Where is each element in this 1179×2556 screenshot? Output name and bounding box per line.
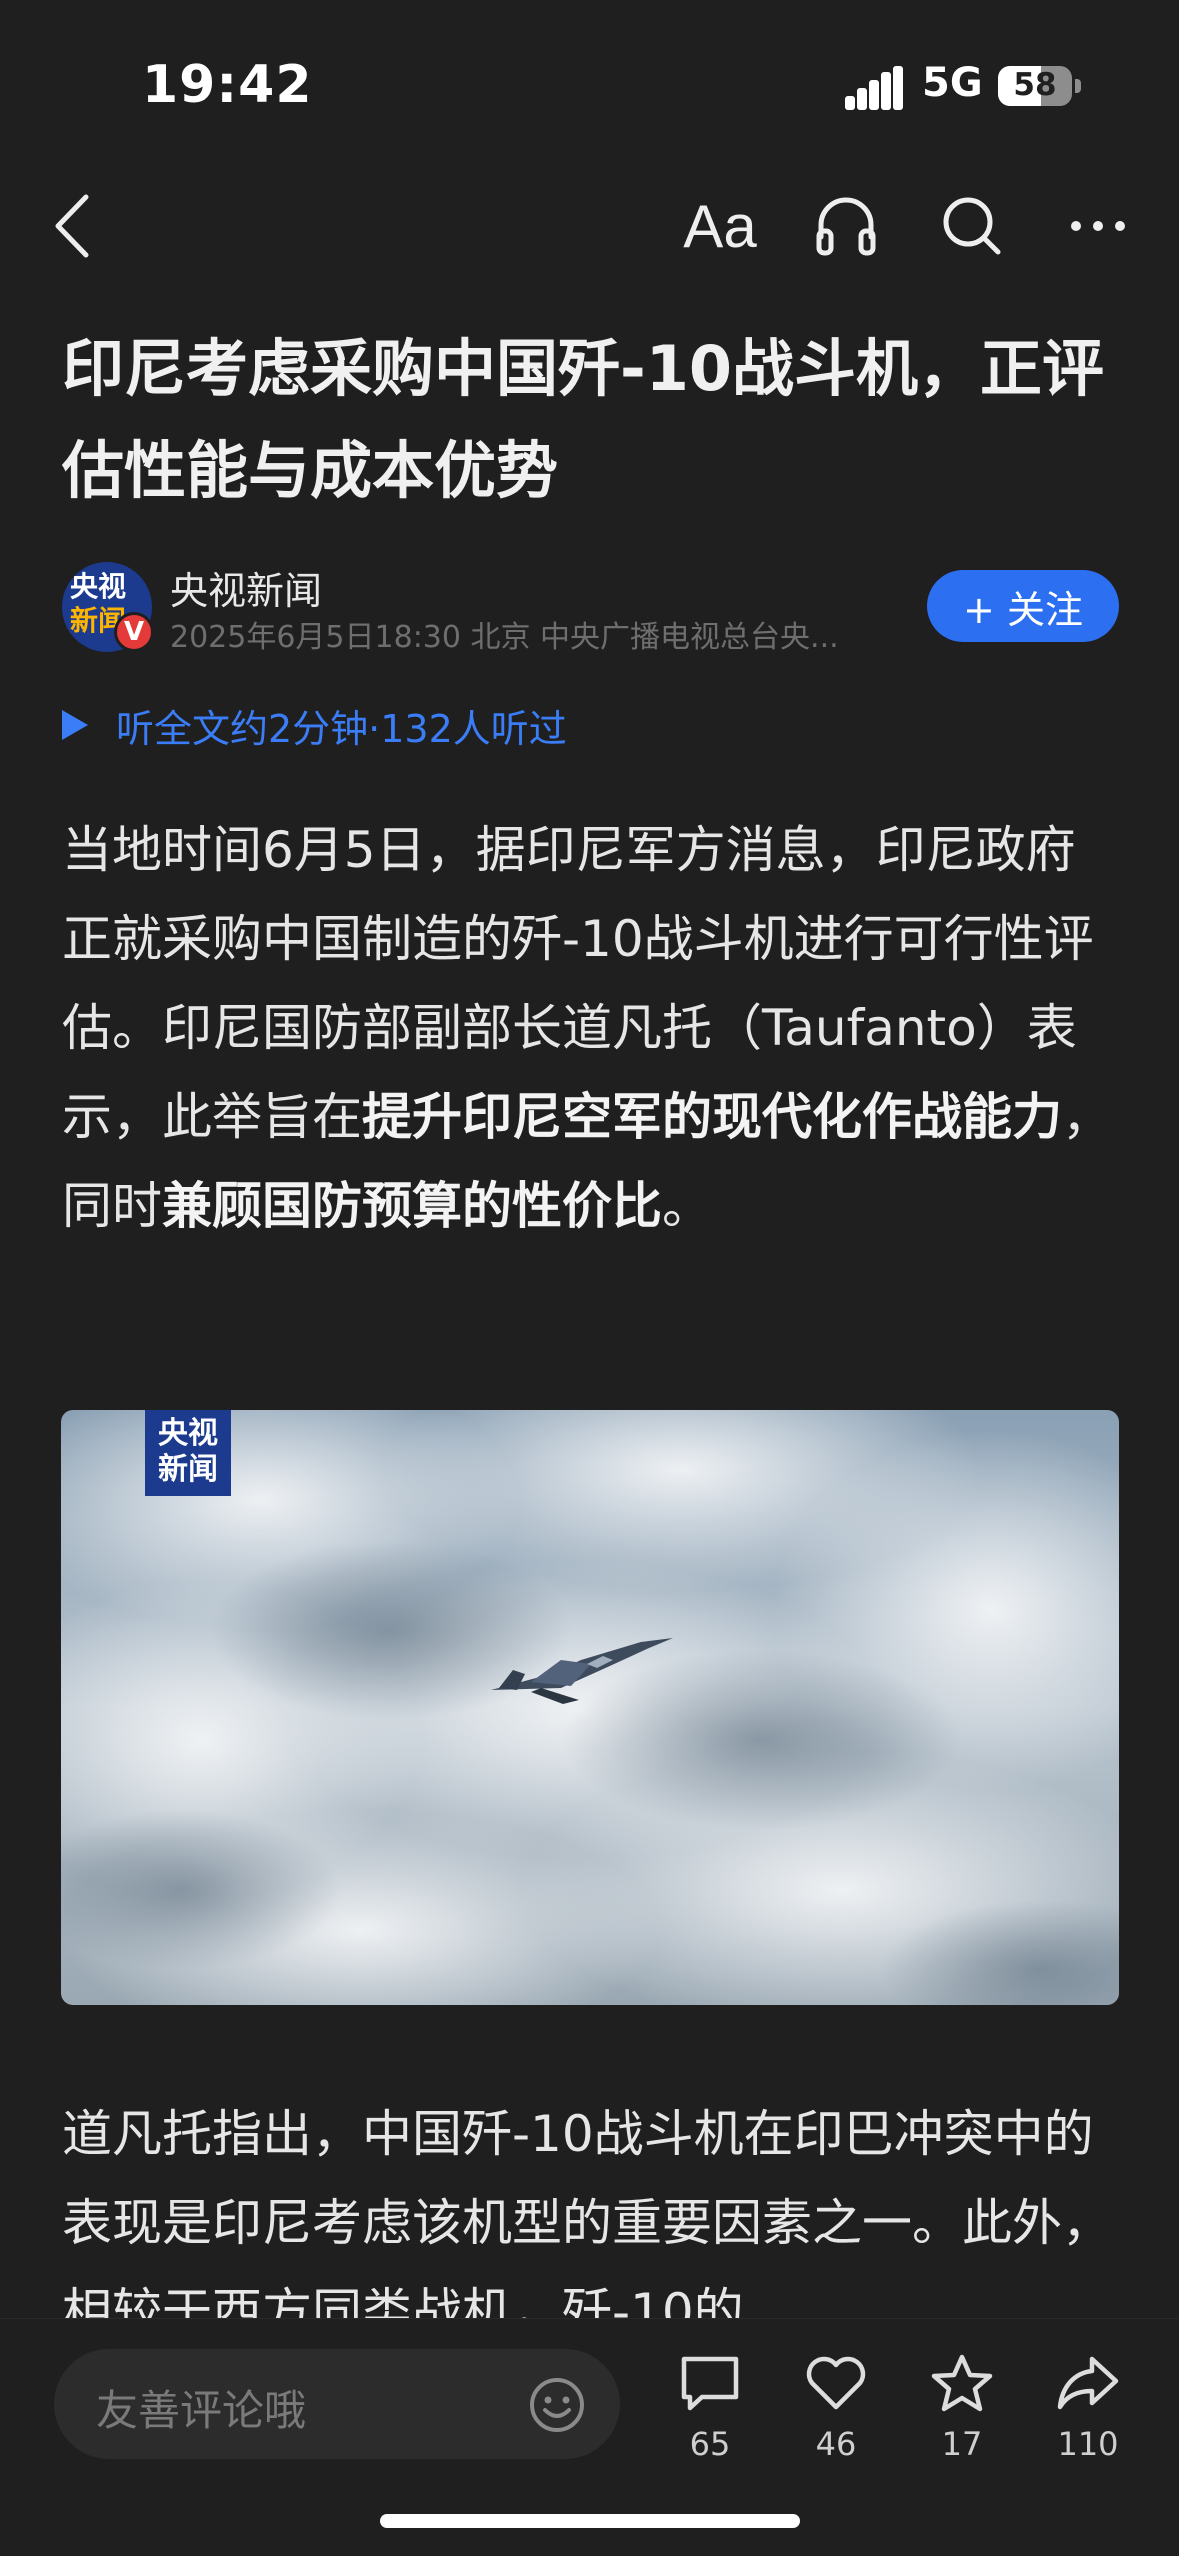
- search-icon: [943, 197, 1001, 255]
- author-row: 央视 新闻 V 央视新闻 2025年6月5日18:30 北京 中央广播电视总台央…: [62, 560, 1122, 655]
- top-nav-bar: Aa: [0, 170, 1179, 280]
- star-icon: [931, 2354, 993, 2412]
- emoji-icon: [530, 2378, 584, 2432]
- share-icon: [1057, 2356, 1119, 2410]
- article-meta: 2025年6月5日18:30 北京 中央广播电视总台央...: [170, 620, 839, 655]
- battery-tip: [1075, 79, 1081, 93]
- follow-button[interactable]: + 关注: [927, 570, 1119, 642]
- search-button[interactable]: [934, 188, 1010, 264]
- headphone-icon: [816, 197, 876, 256]
- comment-icon: [681, 2356, 739, 2411]
- paragraph-text: 。: [662, 1177, 712, 1235]
- battery-percent: 58: [1013, 67, 1057, 103]
- play-icon: [62, 710, 88, 740]
- comment-placeholder: 友善评论哦: [96, 2386, 307, 2435]
- paragraph-bold-text: 提升印尼空军的现代化作战能力: [362, 1088, 1062, 1146]
- like-count: 46: [815, 2425, 857, 2463]
- article-title: 印尼考虑采购中国歼-10战斗机，正评估性能与成本优势: [62, 332, 1105, 507]
- more-button[interactable]: [1060, 188, 1136, 264]
- article-page: 19:42 5G 58 Aa 印尼考虑采购中国歼-10战斗机，正评估性能与成本优…: [0, 0, 1179, 2556]
- author-name[interactable]: 央视新闻: [170, 560, 322, 615]
- home-indicator[interactable]: [380, 2514, 800, 2528]
- favorite-button[interactable]: 17: [912, 2353, 1012, 2463]
- jet-sky-photo: [61, 1410, 1119, 2005]
- comment-input[interactable]: 友善评论哦: [54, 2349, 620, 2459]
- avatar-logo-line-1: 央视: [70, 570, 127, 603]
- image-watermark-logo: 央视 新闻: [145, 1410, 231, 1496]
- article-image[interactable]: 央视 新闻: [61, 1410, 1119, 2005]
- listen-label: 听全文约2分钟·132人听过: [116, 706, 567, 751]
- battery-icon: 58: [998, 66, 1072, 106]
- more-icon: [1071, 221, 1125, 231]
- comment-count: 65: [689, 2425, 731, 2463]
- favorite-count: 17: [941, 2425, 983, 2463]
- listen-button[interactable]: [808, 188, 884, 264]
- status-time: 19:42: [142, 55, 313, 115]
- article-paragraph-2: 道凡托指出，中国歼-10战斗机在印巴冲突中的表现是印尼考虑该机型的重要因素之一。…: [62, 2105, 1112, 2341]
- paragraph-bold-text: 兼顾国防预算的性价比: [162, 1177, 662, 1235]
- comment-button[interactable]: 65: [660, 2353, 760, 2463]
- watermark-line-2: 新闻: [158, 1452, 218, 1487]
- watermark-line-1: 央视: [158, 1416, 218, 1451]
- back-button[interactable]: [36, 188, 112, 264]
- verified-badge-icon: V: [114, 612, 154, 652]
- listen-full-text[interactable]: 听全文约2分钟·132人听过: [62, 698, 567, 752]
- status-bar: 19:42 5G 58: [0, 0, 1179, 170]
- signal-icon: [845, 66, 903, 110]
- share-button[interactable]: 110: [1038, 2353, 1138, 2463]
- like-button[interactable]: 46: [786, 2353, 886, 2463]
- font-size-button[interactable]: Aa: [682, 188, 758, 264]
- back-icon: [55, 194, 89, 258]
- article-paragraph-1: 当地时间6月5日，据印尼军方消息，印尼政府正就采购中国制造的歼-10战斗机进行可…: [62, 806, 1122, 1251]
- heart-icon: [806, 2356, 866, 2410]
- emoji-button[interactable]: [528, 2376, 586, 2438]
- network-type: 5G: [922, 60, 983, 106]
- share-count: 110: [1057, 2425, 1119, 2463]
